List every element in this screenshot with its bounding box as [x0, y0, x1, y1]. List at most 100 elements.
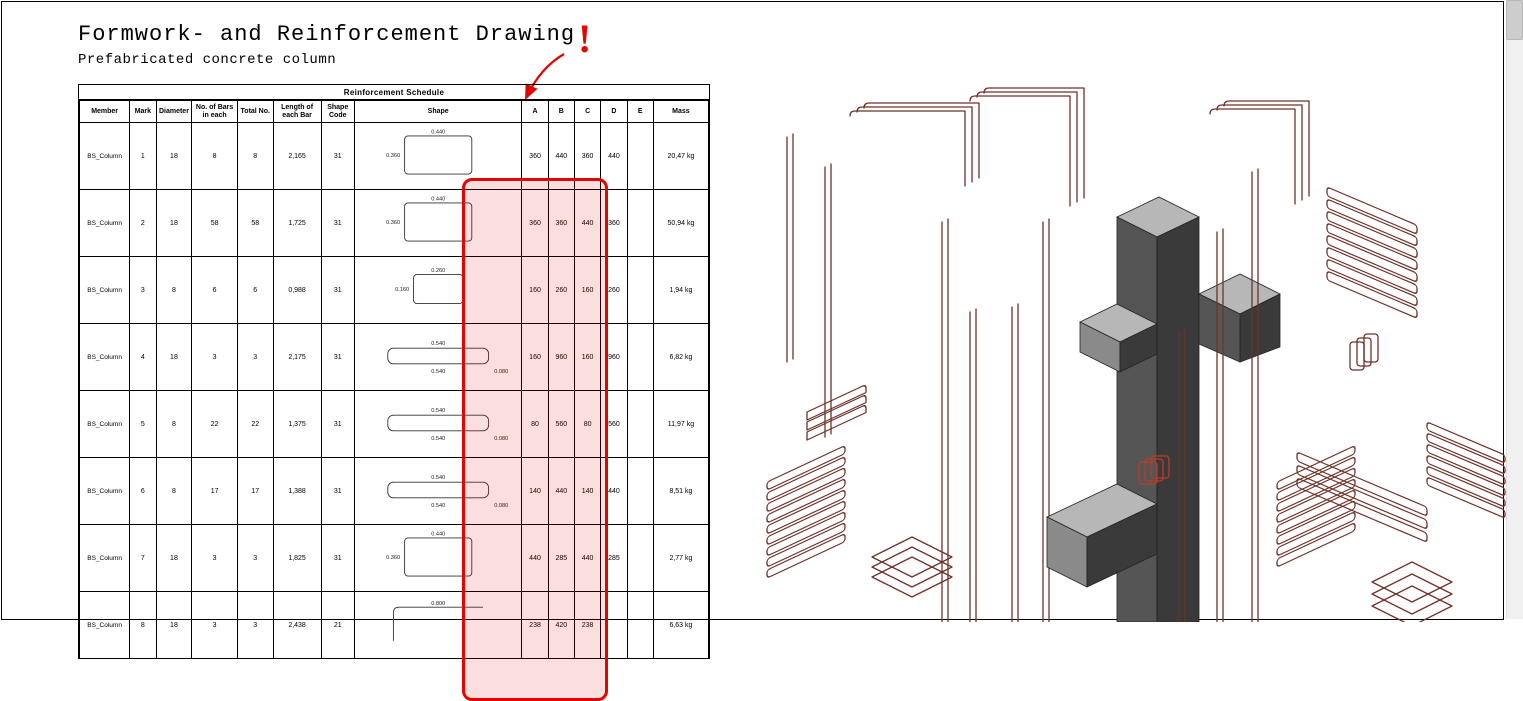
- table-cell: 21: [321, 592, 354, 659]
- table-cell: BS_Column: [80, 592, 130, 659]
- rebar-small-pair: [1350, 334, 1378, 370]
- table-cell: 420: [548, 592, 574, 659]
- rebar-stirrups-col2: [1277, 446, 1355, 567]
- svg-text:0.360: 0.360: [386, 555, 400, 561]
- table-cell: BS_Column: [80, 525, 130, 592]
- table-cell: 440: [574, 190, 600, 257]
- table-cell: 2: [130, 190, 156, 257]
- table-header-row: MemberMarkDiameterNo. of Bars in eachTot…: [80, 101, 709, 123]
- table-cell: 31: [321, 525, 354, 592]
- table-cell: 260: [601, 257, 627, 324]
- exclamation-icon: !: [578, 15, 591, 62]
- rebar-vertical-right: [1217, 169, 1258, 622]
- table-cell: 238: [574, 592, 600, 659]
- table-cell: 22: [192, 391, 237, 458]
- drawing-title: Formwork- and Reinforcement Drawing: [78, 22, 575, 47]
- table-cell: 440: [601, 123, 627, 190]
- table-cell: 0,988: [273, 257, 321, 324]
- table-cell: 6: [237, 257, 273, 324]
- col-header: Member: [80, 101, 130, 123]
- vertical-scrollbar-track[interactable]: [1506, 0, 1523, 619]
- rebar-large-stirrups-right: [1327, 187, 1417, 318]
- table-cell: 360: [601, 190, 627, 257]
- table-cell: 17: [237, 458, 273, 525]
- table-cell: 3: [237, 592, 273, 659]
- rebar-stirrups-left: [807, 384, 866, 440]
- drawing-subtitle: Prefabricated concrete column: [78, 52, 336, 68]
- table-cell: 6,63 kg: [653, 592, 708, 659]
- svg-text:0.440: 0.440: [431, 197, 445, 203]
- col-header: Length of each Bar: [273, 101, 321, 123]
- table-cell: 0.5400.5400.080: [354, 391, 521, 458]
- table-cell: [627, 525, 653, 592]
- table-cell: 18: [156, 123, 192, 190]
- table-cell: 80: [574, 391, 600, 458]
- table-cell: 160: [522, 324, 548, 391]
- table-cell: 8: [130, 592, 156, 659]
- table-cell: 3: [192, 525, 237, 592]
- table-row: BS_Column38660,988310.2600.1601602601602…: [80, 257, 709, 324]
- table-cell: 160: [574, 257, 600, 324]
- table-cell: 3: [237, 324, 273, 391]
- table-row: BS_Column118882,165310.4400.360360440360…: [80, 123, 709, 190]
- table-cell: 3: [130, 257, 156, 324]
- svg-text:0.540: 0.540: [431, 503, 445, 509]
- table-cell: 3: [192, 592, 237, 659]
- table-cell: 1,375: [273, 391, 321, 458]
- table-cell: 440: [574, 525, 600, 592]
- table-cell: 58: [192, 190, 237, 257]
- table-cell: BS_Column: [80, 324, 130, 391]
- table-cell: BS_Column: [80, 458, 130, 525]
- table-cell: 50,94 kg: [653, 190, 708, 257]
- svg-text:0.080: 0.080: [494, 503, 508, 509]
- table-cell: 17: [192, 458, 237, 525]
- table-cell: 31: [321, 458, 354, 525]
- drawing-viewport[interactable]: Formwork- and Reinforcement Drawing Pref…: [1, 1, 1504, 620]
- table-cell: 1: [130, 123, 156, 190]
- table-cell: 18: [156, 592, 192, 659]
- table-cell: 360: [522, 190, 548, 257]
- table-cell: 140: [522, 458, 548, 525]
- table-cell: 360: [548, 190, 574, 257]
- table-cell: 8,51 kg: [653, 458, 708, 525]
- vertical-scrollbar-thumb[interactable]: [1506, 0, 1523, 40]
- table-cell: 1,94 kg: [653, 257, 708, 324]
- table-cell: 440: [548, 458, 574, 525]
- table-cell: 285: [601, 525, 627, 592]
- table-cell: 0.4400.360: [354, 123, 521, 190]
- table-cell: 58: [237, 190, 273, 257]
- table-cell: 160: [522, 257, 548, 324]
- table-cell: 31: [321, 257, 354, 324]
- col-header: Shape Code: [321, 101, 354, 123]
- svg-text:0.540: 0.540: [431, 436, 445, 442]
- rebar-Lbars-right: [1210, 101, 1309, 204]
- rebar-square-stirrups-left: [872, 537, 952, 597]
- table-row: BS_Column5822221,375310.5400.5400.080805…: [80, 391, 709, 458]
- table-cell: 360: [574, 123, 600, 190]
- table-cell: 0.440 0.360: [354, 525, 521, 592]
- table-cell: 6: [192, 257, 237, 324]
- table-cell: BS_Column: [80, 257, 130, 324]
- table-cell: 960: [601, 324, 627, 391]
- table-cell: 1,725: [273, 190, 321, 257]
- table-cell: 4: [130, 324, 156, 391]
- svg-text:0.360: 0.360: [386, 220, 400, 226]
- svg-text:0.440: 0.440: [431, 532, 445, 538]
- table-cell: 1,388: [273, 458, 321, 525]
- table-cell: 160: [574, 324, 600, 391]
- col-header: No. of Bars in each: [192, 101, 237, 123]
- table-title: Reinforcement Schedule: [79, 85, 709, 100]
- col-header: A: [522, 101, 548, 123]
- isometric-3d-view[interactable]: [747, 42, 1507, 622]
- rebar-vertical-mid: [942, 219, 1049, 622]
- table-cell: 22: [237, 391, 273, 458]
- table-cell: 285: [548, 525, 574, 592]
- schedule-grid: MemberMarkDiameterNo. of Bars in eachTot…: [79, 100, 709, 659]
- table-cell: 6,82 kg: [653, 324, 708, 391]
- table-cell: 1,825: [273, 525, 321, 592]
- col-header: Mass: [653, 101, 708, 123]
- table-cell: 0.5400.5400.080: [354, 324, 521, 391]
- table-cell: [627, 123, 653, 190]
- svg-text:0.440: 0.440: [431, 130, 445, 136]
- table-cell: 560: [548, 391, 574, 458]
